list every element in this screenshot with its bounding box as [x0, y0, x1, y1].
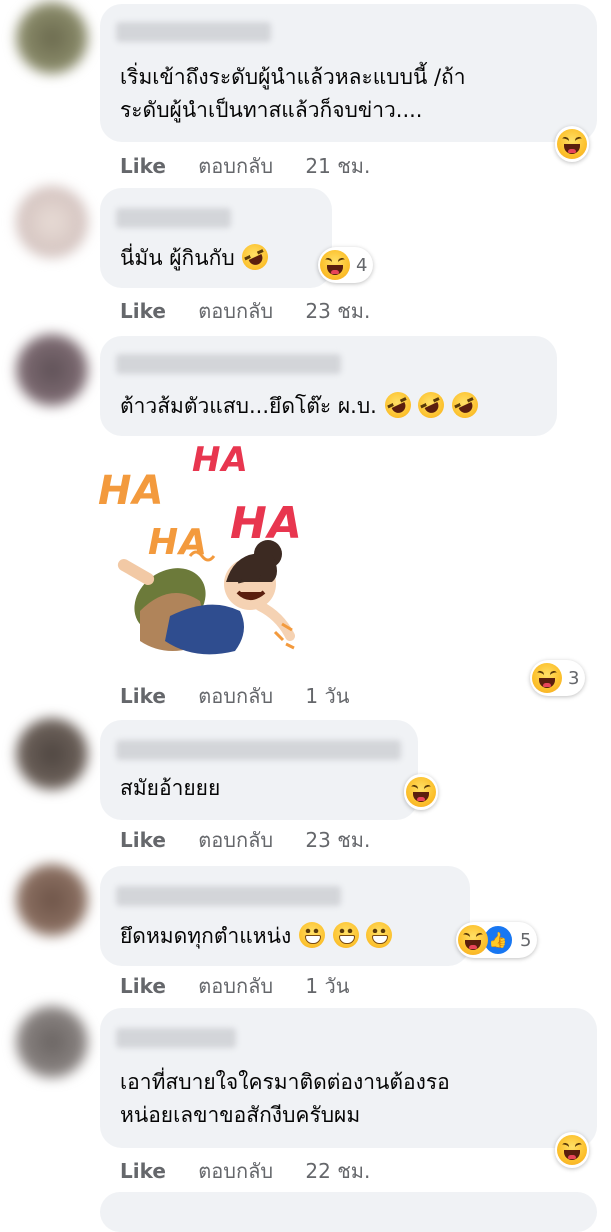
comment-bubble: ยึดหมดทุกตำแหน่ง	[100, 866, 470, 966]
comment-text: สมัยอ้ายยย	[120, 776, 221, 800]
author-name-blurred[interactable]	[116, 740, 401, 760]
comment-actions: Like ตอบกลับ 22 ชม.	[120, 1155, 396, 1187]
reply-button[interactable]: ตอบกลับ	[198, 684, 273, 708]
reaction-summary[interactable]	[555, 126, 589, 162]
timestamp[interactable]: 1 วัน	[305, 684, 349, 708]
comment-actions: Like ตอบกลับ 23 ชม.	[120, 824, 396, 856]
reaction-count: 5	[520, 929, 532, 951]
comment-actions: Like ตอบกลับ 1 วัน	[120, 680, 375, 712]
like-button[interactable]: Like	[120, 1159, 166, 1183]
like-button[interactable]: Like	[120, 684, 166, 708]
comment-actions: Like ตอบกลับ 21 ชม.	[120, 150, 396, 182]
like-button[interactable]: Like	[120, 828, 166, 852]
reaction-summary[interactable]: 👍 5	[456, 922, 538, 958]
reaction-summary[interactable]: 4	[318, 247, 374, 283]
comment-bubble: เอาที่สบายใจใครมาติดต่องานต้องรอ หน่อยเล…	[100, 1008, 597, 1148]
reply-button[interactable]: ตอบกลับ	[198, 1159, 273, 1183]
timestamp[interactable]: 21 ชม.	[305, 154, 370, 178]
timestamp[interactable]: 1 วัน	[305, 974, 349, 998]
rolling-laughing-emoji	[380, 387, 415, 423]
avatar[interactable]	[16, 186, 88, 258]
comment-bubble: ต้าวส้มตัวแสบ...ยึดโต๊ะ ผ.บ.	[100, 336, 557, 436]
comment-actions: Like ตอบกลับ 1 วัน	[120, 970, 375, 1002]
author-name-blurred[interactable]	[116, 208, 231, 228]
timestamp[interactable]: 23 ชม.	[305, 299, 370, 323]
haha-icon	[406, 777, 436, 807]
reply-button[interactable]: ตอบกลับ	[198, 154, 273, 178]
haha-icon	[532, 663, 562, 693]
like-button[interactable]: Like	[120, 299, 166, 323]
reaction-count: 4	[356, 254, 368, 276]
reply-button[interactable]: ตอบกลับ	[198, 299, 273, 323]
comment-bubble: นี่มัน ผู้กินกับ	[100, 188, 332, 288]
reply-button[interactable]: ตอบกลับ	[198, 974, 273, 998]
rolling-laughing-emoji	[447, 387, 483, 423]
avatar[interactable]	[16, 1006, 88, 1078]
like-button[interactable]: Like	[120, 154, 166, 178]
next-comment-bubble	[100, 1192, 597, 1232]
author-name-blurred[interactable]	[116, 886, 341, 906]
author-name-blurred[interactable]	[116, 354, 341, 374]
reply-button[interactable]: ตอบกลับ	[198, 828, 273, 852]
author-name-blurred[interactable]	[116, 1028, 236, 1048]
like-button[interactable]: Like	[120, 974, 166, 998]
haha-icon	[458, 925, 488, 955]
grinning-emoji	[298, 922, 325, 948]
haha-icon	[557, 1135, 587, 1165]
laughing-woman-illustration	[117, 540, 295, 655]
reaction-summary[interactable]	[404, 774, 438, 810]
comment-text: เอาที่สบายใจใครมาติดต่องานต้องรอ หน่อยเล…	[120, 1070, 450, 1127]
comment-text: ต้าวส้มตัวแสบ...ยึดโต๊ะ ผ.บ.	[120, 387, 483, 423]
timestamp[interactable]: 22 ชม.	[305, 1159, 370, 1183]
haha-sticker[interactable]: HA HA HA HA	[98, 436, 320, 666]
grinning-emoji	[332, 922, 359, 948]
grinning-emoji	[366, 922, 393, 948]
timestamp[interactable]: 23 ชม.	[305, 828, 370, 852]
avatar[interactable]	[16, 864, 88, 936]
rolling-laughing-emoji	[238, 239, 273, 275]
reaction-summary[interactable]	[555, 1132, 589, 1168]
comment-bubble: สมัยอ้ายยย	[100, 720, 418, 820]
reaction-count: 3	[568, 667, 580, 689]
comment-actions: Like ตอบกลับ 23 ชม.	[120, 295, 396, 327]
haha-icon	[557, 129, 587, 159]
comment-text: ยึดหมดทุกตำแหน่ง	[120, 920, 393, 953]
haha-icon	[320, 250, 350, 280]
comment-text: เริ่มเข้าถึงระดับผู้นำแล้วหละแบบนี้ /ถ้า…	[120, 65, 466, 122]
comment-text: นี่มัน ผู้กินกับ	[120, 239, 273, 275]
author-name-blurred[interactable]	[116, 22, 271, 42]
comment-bubble: เริ่มเข้าถึงระดับผู้นำแล้วหละแบบนี้ /ถ้า…	[100, 4, 597, 142]
rolling-laughing-emoji	[413, 387, 449, 423]
avatar[interactable]	[16, 2, 88, 74]
avatar[interactable]	[16, 718, 88, 790]
avatar[interactable]	[16, 334, 88, 406]
reaction-summary[interactable]: 3	[530, 660, 586, 696]
